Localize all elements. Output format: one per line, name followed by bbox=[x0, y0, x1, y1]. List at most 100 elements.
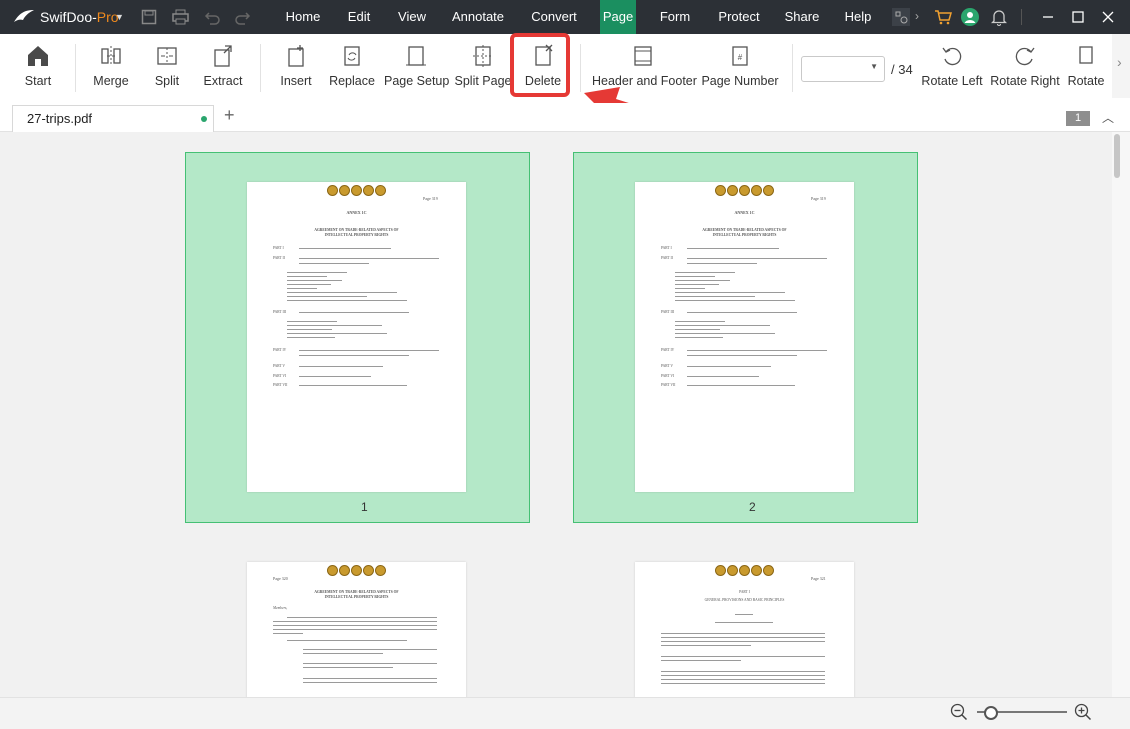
wto-logo-icon bbox=[375, 185, 386, 196]
document-tab[interactable]: 27-trips.pdf bbox=[12, 105, 214, 132]
notification-bell-icon[interactable] bbox=[991, 8, 1007, 26]
brand-dropdown-icon[interactable]: ▼ bbox=[115, 12, 124, 22]
text-line bbox=[675, 276, 715, 277]
menu-annotate[interactable]: Annotate bbox=[446, 0, 510, 34]
menu-edit[interactable]: Edit bbox=[338, 0, 380, 34]
text-line bbox=[675, 329, 720, 330]
start-button[interactable]: Start bbox=[14, 40, 62, 98]
menu-help[interactable]: Help bbox=[838, 0, 878, 34]
maximize-icon[interactable] bbox=[1071, 10, 1085, 24]
zoom-out-icon[interactable] bbox=[950, 703, 968, 721]
text-line bbox=[661, 645, 751, 646]
close-icon[interactable] bbox=[1101, 10, 1115, 24]
text-line bbox=[287, 333, 387, 334]
rotate-button[interactable]: Rotate bbox=[1066, 40, 1106, 98]
wto-logo-icon bbox=[363, 565, 374, 576]
text-line bbox=[661, 660, 741, 661]
text-line bbox=[287, 292, 397, 293]
ribbon-separator bbox=[260, 44, 261, 92]
text-line bbox=[675, 300, 795, 301]
text-line bbox=[661, 633, 825, 634]
text-line bbox=[299, 258, 439, 259]
cart-icon[interactable] bbox=[934, 9, 952, 25]
menu-share[interactable]: Share bbox=[780, 0, 824, 34]
extract-button[interactable]: Extract bbox=[198, 40, 248, 98]
agreement-title: INTELLECTUAL PROPERTY RIGHTS bbox=[324, 233, 389, 237]
text-line bbox=[687, 355, 797, 356]
text-line bbox=[661, 679, 825, 680]
header-footer-icon bbox=[634, 46, 652, 66]
rotate-right-button[interactable]: Rotate Right bbox=[990, 40, 1060, 98]
split-page-button[interactable]: Split Page bbox=[454, 40, 512, 98]
vertical-scrollbar[interactable] bbox=[1112, 132, 1130, 697]
insert-button[interactable]: Insert bbox=[274, 40, 318, 98]
page-select-dropdown-icon[interactable]: ▼ bbox=[870, 62, 878, 71]
ribbon-scroll-right-icon[interactable]: › bbox=[1112, 34, 1130, 98]
wto-logo-icon bbox=[351, 185, 362, 196]
zoom-slider-handle[interactable] bbox=[984, 706, 998, 720]
text-line bbox=[661, 675, 825, 676]
print-icon[interactable] bbox=[172, 9, 189, 25]
page-thumbnail-viewer: Page 319 ANNEX 1C AGREEMENT ON TRADE-REL… bbox=[0, 132, 1112, 697]
text-line bbox=[287, 280, 342, 281]
collapse-chevron-icon[interactable]: ︿ bbox=[1102, 109, 1114, 126]
minimize-icon[interactable] bbox=[1041, 10, 1055, 24]
agreement-title: INTELLECTUAL PROPERTY RIGHTS bbox=[712, 233, 777, 237]
ribbon-separator bbox=[75, 44, 76, 92]
add-tab-button[interactable]: + bbox=[224, 105, 235, 126]
more-chevron-icon[interactable]: › bbox=[915, 9, 919, 23]
ribbon-separator bbox=[792, 44, 793, 92]
page-ref: Page 320 bbox=[273, 576, 288, 581]
wto-logo-icon bbox=[763, 565, 774, 576]
text-line bbox=[687, 385, 795, 386]
text-line bbox=[287, 300, 407, 301]
text-line bbox=[287, 321, 337, 322]
save-icon[interactable] bbox=[141, 9, 157, 25]
text-line bbox=[303, 667, 393, 668]
text-line bbox=[273, 625, 437, 626]
text-line bbox=[661, 641, 825, 642]
menu-page[interactable]: Page bbox=[600, 0, 636, 34]
text-line bbox=[303, 649, 437, 650]
replace-button[interactable]: Replace bbox=[326, 40, 378, 98]
text-line bbox=[299, 385, 407, 386]
menu-home[interactable]: Home bbox=[276, 0, 330, 34]
text-line bbox=[287, 284, 331, 285]
split-button[interactable]: Split bbox=[146, 40, 188, 98]
text-line bbox=[287, 288, 317, 289]
wto-logo-icon bbox=[327, 565, 338, 576]
text-line bbox=[299, 350, 439, 351]
menu-convert[interactable]: Convert bbox=[524, 0, 584, 34]
page-preview-3[interactable]: Page 320 AGREEMENT ON TRADE-RELATED ASPE… bbox=[247, 562, 466, 697]
search-command-icon[interactable] bbox=[892, 8, 910, 26]
titlebar-divider bbox=[1021, 9, 1022, 25]
part-label: PART III bbox=[273, 310, 287, 314]
text-line bbox=[675, 280, 730, 281]
text-line bbox=[287, 276, 327, 277]
text-line bbox=[687, 312, 797, 313]
rotate-right-icon bbox=[1015, 47, 1035, 66]
members-heading: Members, bbox=[273, 606, 288, 610]
menu-form[interactable]: Form bbox=[652, 0, 698, 34]
menu-view[interactable]: View bbox=[390, 0, 434, 34]
page-preview-4[interactable]: Page 321 PART I GENERAL PROVISIONS AND B… bbox=[635, 562, 854, 697]
text-line bbox=[675, 288, 705, 289]
text-line bbox=[675, 325, 770, 326]
merge-button[interactable]: Merge bbox=[86, 40, 136, 98]
text-line bbox=[303, 663, 437, 664]
svg-text:#: # bbox=[738, 53, 743, 62]
page-setup-button[interactable]: Page Setup bbox=[384, 40, 449, 98]
menu-protect[interactable]: Protect bbox=[710, 0, 768, 34]
page-select[interactable]: ▼ bbox=[801, 56, 885, 82]
text-line bbox=[287, 272, 347, 273]
text-line bbox=[687, 366, 771, 367]
scrollbar-thumb[interactable] bbox=[1114, 134, 1120, 178]
agreement-title: AGREEMENT ON TRADE-RELATED ASPECTS OF bbox=[314, 590, 399, 594]
user-avatar-icon[interactable] bbox=[961, 8, 979, 26]
text-line bbox=[675, 296, 755, 297]
text-line bbox=[273, 633, 303, 634]
undo-icon[interactable] bbox=[204, 9, 221, 25]
zoom-in-icon[interactable] bbox=[1074, 703, 1092, 721]
rotate-left-button[interactable]: Rotate Left bbox=[920, 40, 984, 98]
redo-icon[interactable] bbox=[234, 9, 251, 25]
